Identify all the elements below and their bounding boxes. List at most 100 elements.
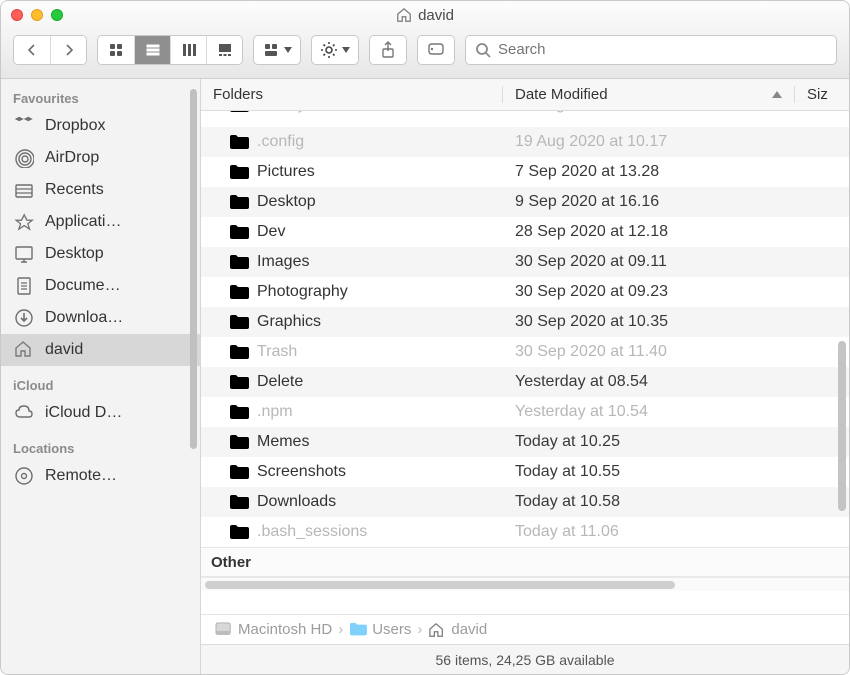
file-row[interactable]: Dev 28 Sep 2020 at 12.18 [201, 217, 849, 247]
list-view-button[interactable] [134, 36, 170, 64]
icon-view-button[interactable] [98, 36, 134, 64]
folder-icon [229, 374, 249, 390]
gallery-view-button[interactable] [206, 36, 242, 64]
path-item[interactable]: david [428, 621, 487, 638]
search-input[interactable] [498, 41, 828, 58]
file-row[interactable]: Desktop9 Sep 2020 at 16.16 [201, 187, 849, 217]
downloads-icon [13, 307, 35, 329]
sidebar-item-recents[interactable]: Recents [1, 174, 200, 206]
titlebar: david [1, 1, 849, 79]
grid-icon [107, 41, 125, 59]
close-window-button[interactable] [11, 9, 23, 21]
share-button[interactable] [369, 35, 407, 65]
applications-icon [13, 211, 35, 233]
group-by-button[interactable] [253, 35, 301, 65]
sidebar-item-disc[interactable]: Remote… [1, 460, 200, 492]
path-item[interactable]: Users [349, 621, 411, 638]
sidebar-item-label: AirDrop [45, 149, 99, 167]
section-header-other[interactable]: Other [201, 547, 849, 577]
search-field[interactable] [465, 35, 837, 65]
folder-icon [229, 134, 249, 150]
horizontal-scrollbar[interactable] [201, 577, 849, 591]
file-row[interactable]: DownloadsToday at 10.58 [201, 487, 849, 517]
file-row[interactable]: DeleteYesterday at 08.54 [201, 367, 849, 397]
file-list[interactable]: Library 10 Aug 2020 at 10.17 .config19 Aug… [201, 111, 849, 614]
file-name-cell: .config [201, 133, 503, 151]
sidebar-item-documents[interactable]: Docume… [1, 270, 200, 302]
sidebar-item-label: Remote… [45, 467, 117, 485]
column-header-date[interactable]: Date Modified [503, 86, 795, 103]
desktop-icon [13, 243, 35, 265]
path-item[interactable]: Macintosh HD [215, 621, 332, 638]
file-row[interactable]: .bash_sessionsToday at 11.06 [201, 517, 849, 547]
sidebar-item-label: Recents [45, 181, 104, 199]
file-name-cell: Dev [201, 223, 503, 241]
file-date-cell: 19 Aug 2020 at 10.17 [503, 133, 795, 151]
file-date-cell: 10 Aug 2020 at 10.17 [503, 111, 795, 114]
sidebar-section-header: Favourites [1, 79, 200, 110]
dropbox-icon [13, 115, 35, 137]
column-header-size[interactable]: Siz [795, 86, 849, 103]
file-row[interactable]: Library 10 Aug 2020 at 10.17 [201, 111, 849, 127]
file-row[interactable]: Graphics 30 Sep 2020 at 10.35 [201, 307, 849, 337]
sidebar-item-dropbox[interactable]: Dropbox [1, 110, 200, 142]
tags-button[interactable] [417, 35, 455, 65]
sidebar-item-cloud[interactable]: iCloud D… [1, 397, 200, 429]
vertical-scrollbar[interactable] [838, 341, 846, 511]
group-icon [262, 41, 280, 59]
file-row[interactable]: MemesToday at 10.25 [201, 427, 849, 457]
forward-button[interactable] [50, 36, 86, 64]
file-date-cell: 30 Sep 2020 at 10.35 [503, 313, 795, 331]
sidebar-item-downloads[interactable]: Downloa… [1, 302, 200, 334]
file-date-cell: Today at 11.06 [503, 523, 795, 541]
file-date-cell: 28 Sep 2020 at 12.18 [503, 223, 795, 241]
file-name-cell: Delete [201, 373, 503, 391]
toolbar [1, 29, 849, 78]
file-name-cell: Desktop [201, 193, 503, 211]
file-row[interactable]: Trash 30 Sep 2020 at 11.40 [201, 337, 849, 367]
sidebar-item-home[interactable]: david [1, 334, 200, 366]
file-name: Graphics [257, 313, 321, 331]
file-name-cell: .npm [201, 403, 503, 421]
back-button[interactable] [14, 36, 50, 64]
sidebar-item-applications[interactable]: Applicati… [1, 206, 200, 238]
folder-icon [229, 284, 249, 300]
file-row[interactable]: .npmYesterday at 10.54 [201, 397, 849, 427]
file-date-cell: Today at 10.55 [503, 463, 795, 481]
folder-icon [229, 164, 249, 180]
file-row[interactable]: ScreenshotsToday at 10.55 [201, 457, 849, 487]
zoom-window-button[interactable] [51, 9, 63, 21]
file-name: Dev [257, 223, 285, 241]
sidebar-item-airdrop[interactable]: AirDrop [1, 142, 200, 174]
scrollbar-thumb[interactable] [205, 581, 675, 589]
file-row[interactable]: .config19 Aug 2020 at 10.17 [201, 127, 849, 157]
column-header-name[interactable]: Folders [201, 86, 503, 103]
file-date-cell: 30 Sep 2020 at 11.40 [503, 343, 795, 361]
file-name: Trash [257, 343, 297, 361]
share-icon [379, 41, 397, 59]
file-name: Library [257, 111, 306, 114]
minimize-window-button[interactable] [31, 9, 43, 21]
file-name-cell: Photography [201, 283, 503, 301]
file-name-cell: Library [201, 111, 503, 114]
file-name: Memes [257, 433, 309, 451]
sidebar-item-desktop[interactable]: Desktop [1, 238, 200, 270]
cloud-icon [13, 402, 35, 424]
file-row[interactable]: Pictures7 Sep 2020 at 13.28 [201, 157, 849, 187]
path-separator: › [417, 621, 422, 638]
file-name: Photography [257, 283, 348, 301]
chevron-left-icon [23, 41, 41, 59]
action-menu-button[interactable] [311, 35, 359, 65]
window-controls [11, 9, 63, 21]
file-name: Images [257, 253, 309, 271]
path-label: david [451, 621, 487, 638]
column-view-button[interactable] [170, 36, 206, 64]
file-row[interactable]: Photography30 Sep 2020 at 09.23 [201, 277, 849, 307]
file-name: .npm [257, 403, 293, 421]
home-icon [396, 7, 412, 23]
file-row[interactable]: Images30 Sep 2020 at 09.11 [201, 247, 849, 277]
sidebar-item-label: Docume… [45, 277, 121, 295]
sidebar-scrollbar[interactable] [190, 89, 197, 449]
folder-icon [349, 622, 367, 638]
window-body: FavouritesDropbox AirDrop Recents Applicati… [1, 79, 849, 674]
